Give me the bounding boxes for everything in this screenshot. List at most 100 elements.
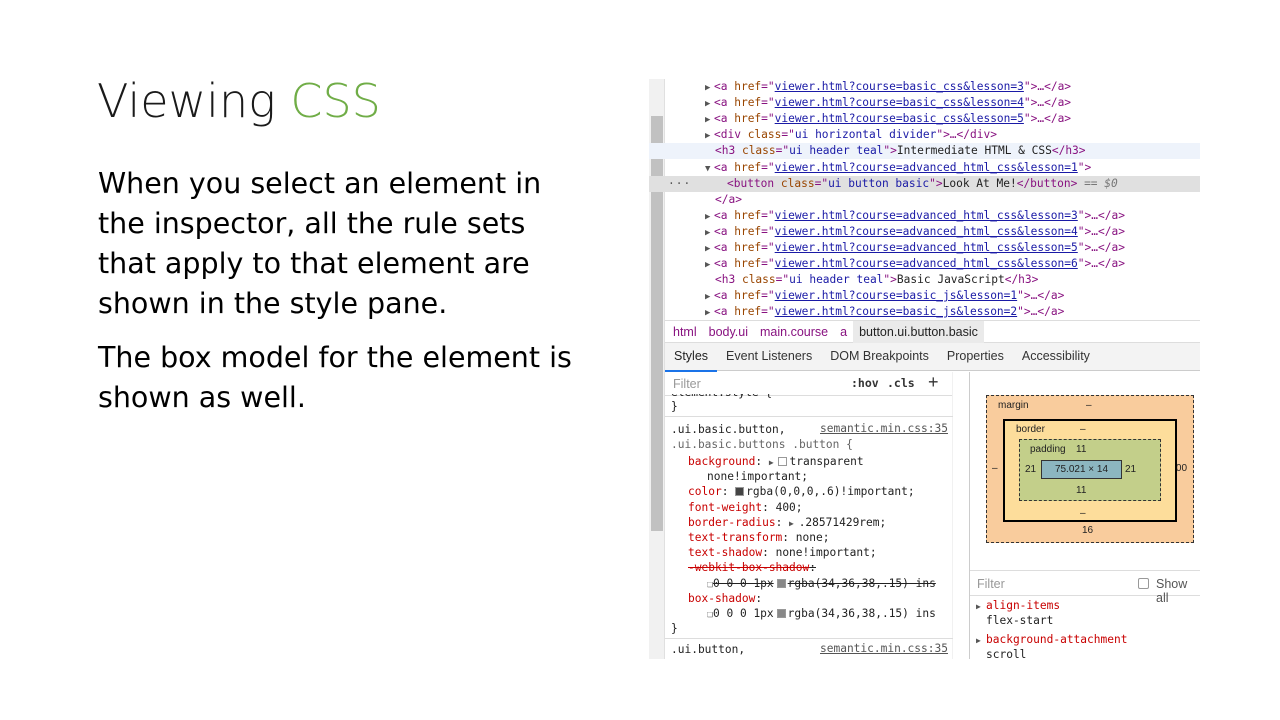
property-name[interactable]: font-weight [688,501,762,514]
colon: : [762,500,776,514]
property-value[interactable]: rgba(0,0,0,.6)!important; [746,485,914,498]
elements-panel: ▶ <a href="viewer.html?course=basic_css&l… [649,79,1200,320]
styles-filter-input[interactable]: Filter [673,377,701,391]
expand-triangle-icon[interactable]: ▶ [705,112,714,128]
hover-state-toggle[interactable]: :hov [851,376,879,390]
expand-triangle-icon[interactable]: ▶ [705,305,714,320]
attribute-quote: " [1023,80,1031,93]
color-swatch-icon[interactable] [735,487,745,497]
expand-triangle-icon[interactable]: ▼ [705,161,714,177]
computed-filter-input[interactable]: Filter [977,577,1005,591]
rule-source-link[interactable]: semantic.min.css:35 [820,642,948,655]
colon: : [809,561,816,575]
breadcrumb-html[interactable]: html [665,321,703,343]
expand-triangle-icon[interactable]: ▶ [705,241,714,257]
breadcrumb-main[interactable]: main.course [754,321,834,343]
colon: : [782,531,796,544]
expand-triangle-icon[interactable]: ▶ [705,289,714,305]
new-rule-button[interactable]: + [928,372,939,393]
attribute-link[interactable]: viewer.html?course=advanced_html_css&les… [775,241,1078,254]
attribute-quote: =" [761,289,775,303]
expand-triangle-icon[interactable]: ▶ [705,209,714,225]
computed-property[interactable]: ▶ align-items [976,599,1060,612]
attribute-link[interactable]: viewer.html?course=basic_css&lesson=4 [775,96,1024,109]
property-value[interactable]: none!important; [776,546,877,559]
color-swatch-icon[interactable] [776,609,786,618]
tab-dom-breakpoints[interactable]: DOM Breakpoints [821,343,938,370]
attribute-link[interactable]: viewer.html?course=advanced_html_css&les… [775,209,1078,222]
dom-node[interactable]: ▼ <a href="viewer.html?course=advanced_ht… [649,160,1200,176]
tab-event-listeners[interactable]: Event Listeners [717,343,821,370]
property-name[interactable]: text-transform [688,531,782,544]
property-value[interactable]: none; [796,531,830,544]
breadcrumb-a[interactable]: a [834,321,853,343]
attribute-link[interactable]: viewer.html?course=basic_js&lesson=1 [775,289,1017,302]
attribute-quote: =" [775,144,790,158]
dom-node[interactable]: </a> [649,192,1200,208]
dom-node[interactable]: ▶ <a href="viewer.html?course=basic_css&l… [649,111,1200,127]
tag-close: >…</a> [1030,80,1072,93]
tab-styles[interactable]: Styles [665,343,718,372]
property-value[interactable]: rgba(34,36,38,.15) ins [788,607,936,620]
dom-node[interactable]: ▶ <a href="viewer.html?course=advanced_ht… [649,224,1200,240]
expand-triangle-icon[interactable]: ▶ [976,636,986,645]
dom-node[interactable]: <h3 class="ui header teal">Basic JavaScr… [649,272,1200,288]
show-all-checkbox[interactable] [1138,578,1149,589]
color-swatch-icon[interactable] [776,578,786,588]
sidebar-tabs: Styles Event Listeners DOM Breakpoints Prop… [665,343,1200,372]
property-name[interactable]: box-shadow [688,592,755,605]
computed-property[interactable]: ▶ background-attachment [976,633,1127,646]
expand-triangle-icon[interactable]: ▶ [705,80,714,96]
dom-node[interactable]: <button class="ui button basic">Look At … [649,175,1200,192]
attribute-link[interactable]: viewer.html?course=basic_js&lesson=2 [775,305,1017,318]
expand-triangle-icon[interactable]: ▶ [705,128,714,144]
property-value[interactable]: rgba(34,36,38,.15) ins [788,577,936,590]
computed-filter-row: Filter Show all [970,570,1200,605]
expand-triangle-icon[interactable]: ▶ [976,602,986,611]
dom-node[interactable]: <h3 class="ui header teal">Intermediate … [649,143,1200,160]
property-value[interactable]: 0 0 0 1px [713,577,774,590]
expand-triangle-icon[interactable]: ▶ [705,257,714,273]
attribute-link[interactable]: viewer.html?course=basic_css&lesson=3 [775,80,1024,93]
breadcrumb-button[interactable]: button.ui.button.basic [853,321,984,343]
attribute-link[interactable]: viewer.html?course=advanced_html_css&les… [775,161,1078,174]
expand-triangle-icon[interactable]: ▶ [705,96,714,112]
dom-node[interactable]: ▶ <a href="viewer.html?course=advanced_ht… [649,240,1200,256]
breadcrumb-body[interactable]: body.ui [703,321,754,343]
property-name[interactable]: -webkit-box-shadow [688,561,809,574]
expand-triangle-icon[interactable]: ▶ [769,458,779,467]
dom-node[interactable]: ▶ <a href="viewer.html?course=advanced_ht… [649,256,1200,272]
property-value[interactable]: transparent [789,455,863,468]
dom-node[interactable]: ▶ <a href="viewer.html?course=basic_css&l… [649,95,1200,111]
attribute-quote: " [1077,208,1085,222]
dom-node[interactable]: ▶ <div class="ui horizontal divider">…</d… [649,127,1200,143]
selector-text: .ui.button, [671,643,746,657]
property-value[interactable]: 0 0 0 1px [713,607,774,620]
property-value[interactable]: none!important; [707,470,808,483]
tab-accessibility[interactable]: Accessibility [1013,343,1099,370]
property-name[interactable]: color [688,485,722,498]
property-name[interactable]: text-shadow [688,546,762,559]
tag-open: <a [714,96,735,110]
tag-open: <div [714,128,748,142]
more-actions-icon[interactable]: ··· [668,176,691,192]
expand-triangle-icon[interactable]: ▶ [705,225,714,241]
attribute-link[interactable]: viewer.html?course=advanced_html_css&les… [775,225,1078,238]
dom-node[interactable]: ▶ <a href="viewer.html?course=basic_css&l… [649,79,1200,95]
property-value[interactable]: 400; [776,501,803,514]
dom-node[interactable]: ▶ <a href="viewer.html?course=basic_js&le… [649,304,1200,320]
property-value[interactable]: .28571429rem; [799,516,887,529]
property-name[interactable]: background [688,455,755,468]
class-toggle[interactable]: .cls [887,376,915,390]
dom-node[interactable]: ▶ <a href="viewer.html?course=basic_js&le… [649,288,1200,304]
slide-title-main: Viewing [97,74,291,128]
property-name[interactable]: border-radius [688,516,776,529]
paragraph-line: The box model for the element is [98,341,572,374]
dom-node[interactable]: ▶ <a href="viewer.html?course=advanced_ht… [649,208,1200,224]
rule-source-link[interactable]: semantic.min.css:35 [820,422,948,435]
color-swatch-icon[interactable] [778,457,788,466]
tab-properties[interactable]: Properties [938,343,1013,370]
expand-triangle-icon[interactable]: ▶ [789,519,799,528]
attribute-link[interactable]: viewer.html?course=advanced_html_css&les… [775,257,1078,270]
attribute-link[interactable]: viewer.html?course=basic_css&lesson=5 [775,112,1024,125]
